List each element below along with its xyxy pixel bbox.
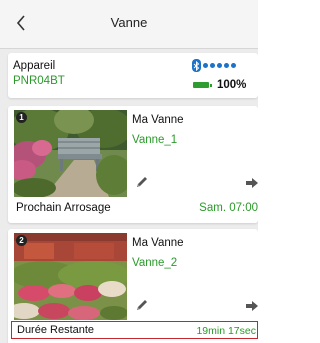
- battery-tip: [210, 83, 212, 87]
- pencil-icon[interactable]: [135, 298, 149, 312]
- battery-status: 100%: [193, 79, 246, 91]
- valve-name: Ma Vanne: [132, 114, 184, 126]
- device-label: Appareil: [13, 60, 56, 72]
- remaining-time-label: Durée Restante: [17, 324, 95, 336]
- valve-name: Ma Vanne: [132, 237, 184, 249]
- valve-id: Vanne_2: [132, 257, 178, 269]
- valve-number-badge: 1: [16, 112, 27, 123]
- valve-screen: Vanne Appareil PNR04BT 100% 1 Ma Vanne V…: [0, 0, 258, 343]
- valve-photo: 1: [14, 110, 127, 197]
- valve-photo: 2: [14, 233, 127, 320]
- bluetooth-signal-icon: [192, 59, 236, 72]
- remaining-time-value: 19min 17sec: [196, 325, 256, 337]
- nav-bar: Vanne: [0, 0, 258, 49]
- valve-number-badge: 2: [16, 235, 27, 246]
- signal-dot: [224, 63, 229, 68]
- arrow-right-icon[interactable]: [246, 178, 258, 188]
- arrow-right-icon[interactable]: [246, 301, 258, 311]
- battery-percent: 100%: [217, 79, 247, 91]
- next-watering-label: Prochain Arrosage: [16, 202, 111, 214]
- device-id: PNR04BT: [13, 75, 65, 87]
- page-title: Vanne: [110, 15, 148, 30]
- next-watering-value: Sam. 07:00: [199, 202, 258, 214]
- signal-dot: [231, 63, 236, 68]
- battery-icon: [193, 82, 209, 88]
- valve-id: Vanne_1: [132, 134, 178, 146]
- bluetooth-icon: [192, 59, 201, 72]
- device-card: Appareil PNR04BT 100%: [8, 53, 258, 98]
- signal-dot: [217, 63, 222, 68]
- remaining-time-highlight: Durée Restante 19min 17sec: [11, 321, 258, 339]
- signal-dot: [203, 63, 208, 68]
- pencil-icon[interactable]: [135, 175, 149, 189]
- valve-card[interactable]: 1 Ma Vanne Vanne_1 Prochain Arrosage Sam…: [8, 106, 258, 223]
- valve-card[interactable]: 2 Ma Vanne Vanne_2 Durée Restante 19min …: [8, 229, 258, 343]
- signal-dot: [210, 63, 215, 68]
